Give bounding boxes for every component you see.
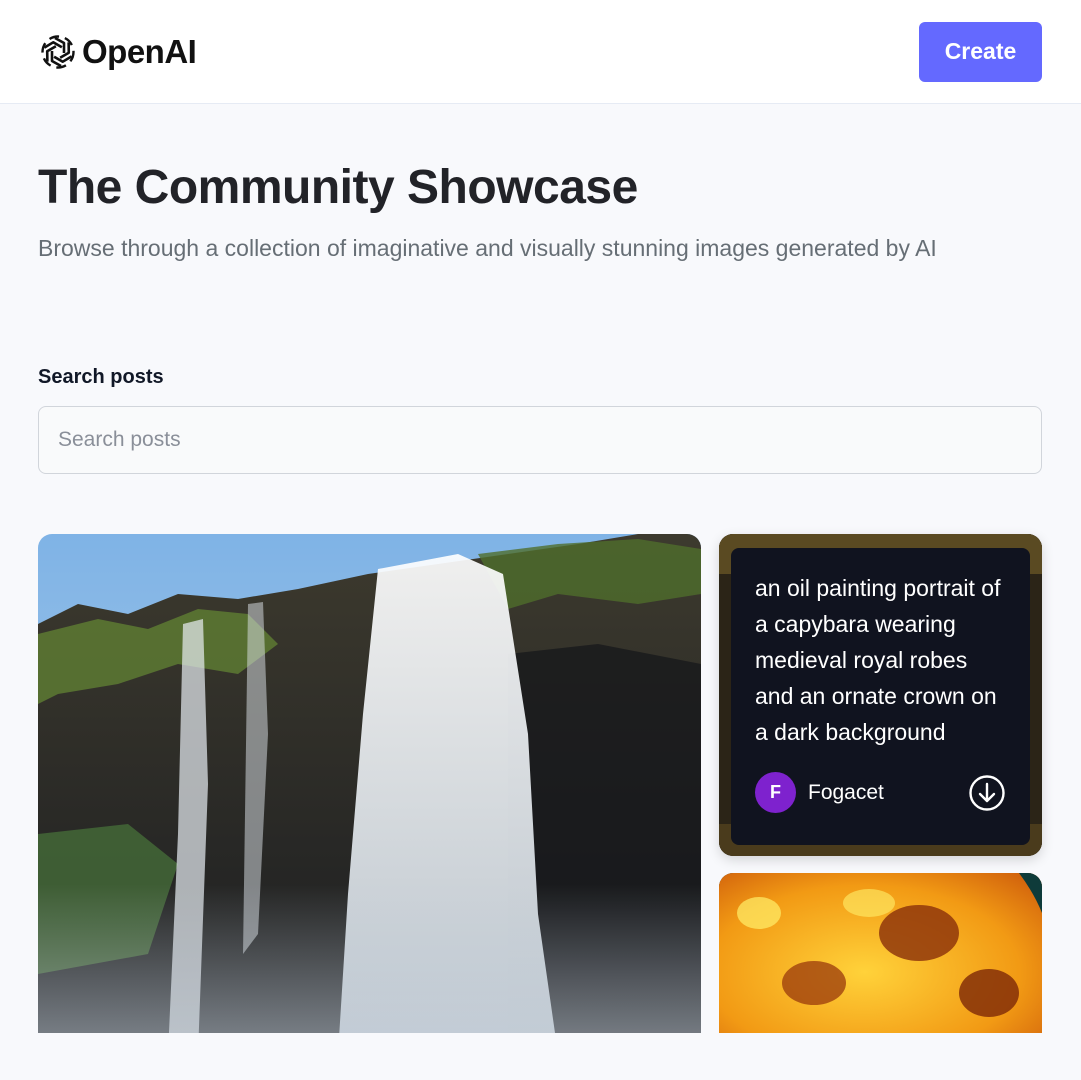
- page-title: The Community Showcase: [38, 161, 638, 214]
- create-button[interactable]: Create: [919, 21, 1042, 82]
- bottom-scroll-edge: [0, 1033, 1081, 1080]
- post-card-waterfall[interactable]: [38, 534, 701, 1054]
- page-subtitle: Browse through a collection of imaginati…: [38, 235, 937, 261]
- sun-image: [719, 873, 1042, 1053]
- download-icon[interactable]: [968, 774, 1006, 812]
- post-author: F Fogacet: [755, 772, 884, 813]
- openai-logo-icon: [41, 34, 75, 69]
- top-navbar: OpenAI Create: [0, 0, 1081, 104]
- brand-name: OpenAI: [82, 32, 197, 70]
- search-label: Search posts: [38, 366, 164, 388]
- main-content: The Community Showcase Browse through a …: [38, 104, 1042, 474]
- waterfall-image: [38, 534, 701, 1054]
- post-prompt: an oil painting portrait of a capybara w…: [755, 575, 1001, 745]
- post-card-capybara[interactable]: an oil painting portrait of a capybara w…: [719, 534, 1042, 856]
- post-card-sun[interactable]: [719, 873, 1042, 1053]
- post-hover-panel: an oil painting portrait of a capybara w…: [731, 548, 1030, 845]
- search-input[interactable]: [38, 406, 1042, 474]
- author-name: Fogacet: [808, 780, 884, 804]
- avatar: F: [755, 772, 796, 813]
- openai-logo[interactable]: OpenAI: [38, 32, 197, 72]
- post-footer: F Fogacet: [755, 772, 1006, 813]
